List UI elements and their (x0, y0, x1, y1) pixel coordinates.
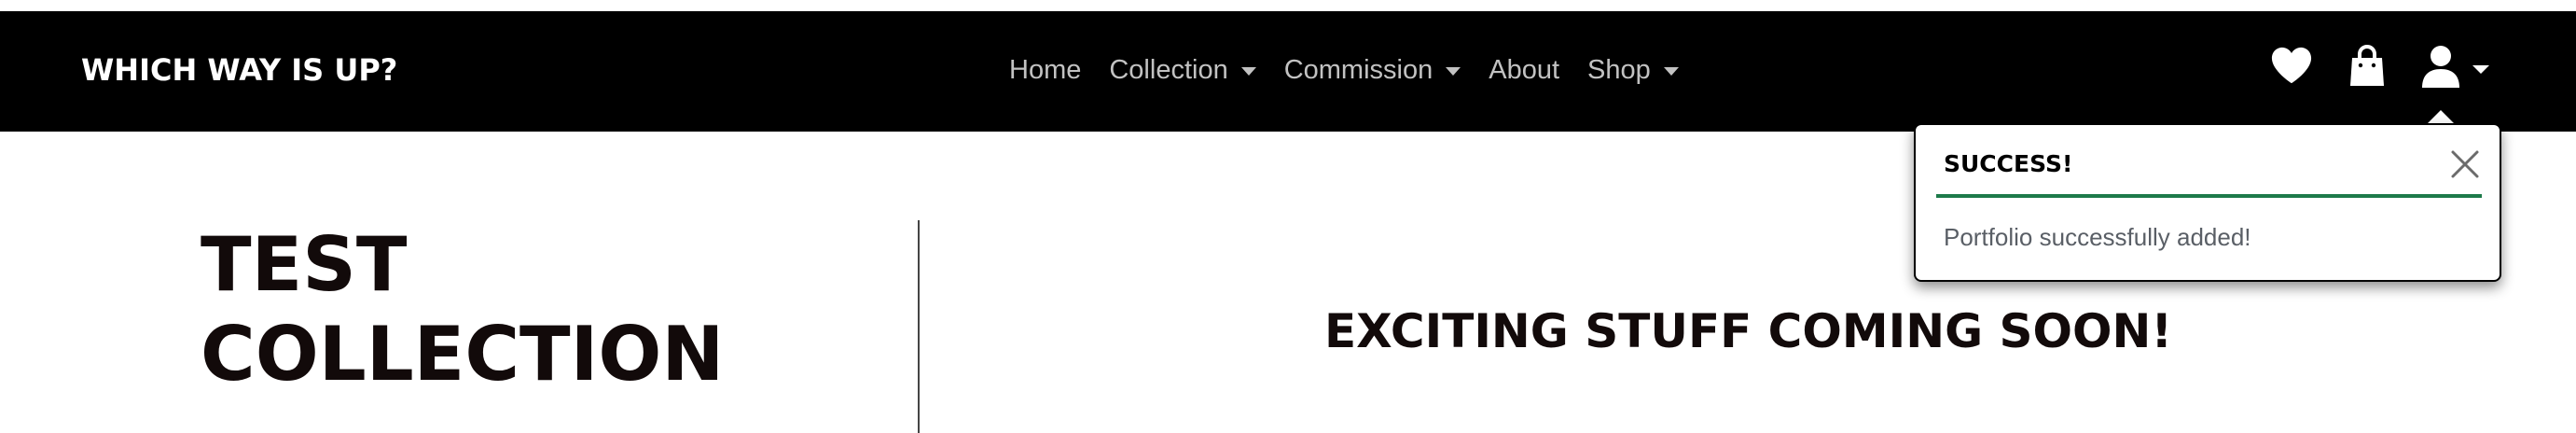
nav-item-shop[interactable]: Shop (1587, 55, 1679, 86)
page-title: TEST COLLECTION (201, 221, 725, 398)
vertical-divider (918, 220, 920, 433)
nav-item-home[interactable]: Home (1009, 55, 1081, 86)
chevron-down-icon (1240, 67, 1256, 76)
toast-pointer (2427, 110, 2455, 124)
user-icon[interactable] (2421, 45, 2460, 92)
nav-item-label: Commission (1283, 54, 1433, 85)
toast-title: SUCCESS! (1944, 150, 2073, 177)
success-toast: SUCCESS! Portfolio successfully added! (1914, 123, 2501, 282)
nav-item-label: Collection (1109, 54, 1228, 85)
chevron-down-icon (1446, 67, 1461, 76)
nav-item-label: About (1489, 54, 1560, 85)
close-icon[interactable] (2449, 148, 2481, 180)
heart-icon[interactable] (2270, 45, 2313, 91)
brand-logo[interactable]: WHICH WAY IS UP? (81, 47, 397, 93)
coming-soon-heading: EXCITING STUFF COMING SOON! (1324, 304, 2173, 358)
nav-item-label: Shop (1587, 54, 1651, 85)
nav-item-commission[interactable]: Commission (1284, 55, 1461, 86)
toast-message: Portfolio successfully added! (1944, 223, 2251, 251)
shopping-bag-icon[interactable] (2348, 45, 2386, 92)
nav-item-collection[interactable]: Collection (1109, 54, 1256, 86)
chevron-down-icon (1663, 67, 1679, 76)
toast-divider (1936, 194, 2482, 198)
top-strip (0, 0, 2576, 11)
nav-item-about[interactable]: About (1489, 55, 1559, 86)
nav-item-label: Home (1009, 54, 1082, 85)
account-dropdown-caret-icon[interactable] (2472, 65, 2489, 74)
main-nav: Home Collection Commission About Shop (1009, 49, 1707, 91)
